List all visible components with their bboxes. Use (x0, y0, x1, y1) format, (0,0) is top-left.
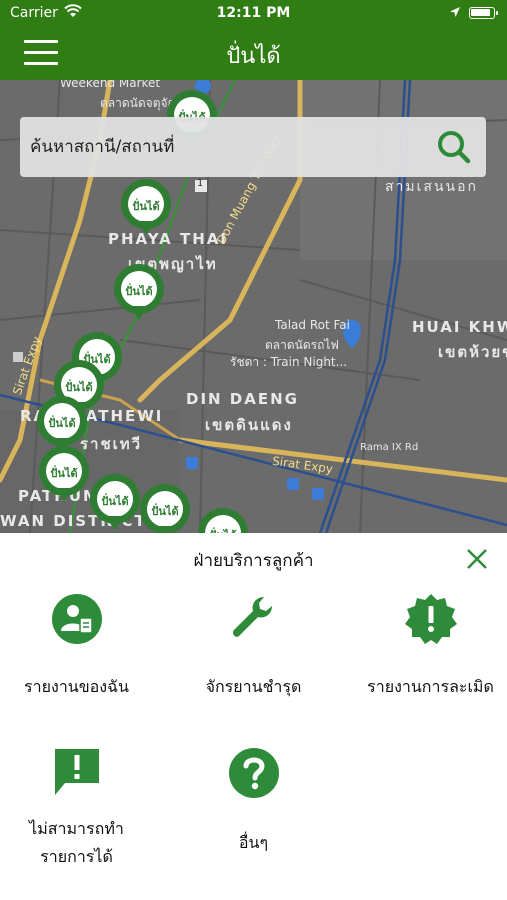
option-label: รายงานการละเมิด (367, 677, 494, 696)
station-pin[interactable]: ปั่นได้ (90, 474, 140, 533)
nav-bar: ปั่นได้ (0, 28, 507, 80)
search-icon[interactable] (436, 129, 472, 165)
alert-badge-icon (404, 594, 457, 644)
user-report-icon (51, 594, 102, 644)
map-label: สามเสนนอก (385, 179, 478, 195)
close-icon[interactable] (465, 547, 489, 571)
map-label: DIN DAENG (186, 390, 299, 408)
map-label: Weekend Market (60, 80, 161, 90)
station-pin[interactable]: ปั่นได้ (114, 264, 164, 324)
road-number: 1 (197, 178, 204, 189)
violation-report-button[interactable]: รายงานการละเมิด (346, 591, 507, 701)
map-label: เขตห้วยข (438, 343, 507, 361)
clock: 12:11 PM (216, 5, 291, 21)
map-label: ราชเทวี (80, 435, 143, 453)
other-button[interactable]: อื่นๆ (169, 745, 338, 857)
map-label: รัชดา : Train Night... (230, 355, 348, 369)
option-label: จักรยานชำรุด (205, 677, 302, 696)
search-bar (20, 117, 486, 177)
location-arrow-icon (450, 7, 460, 17)
option-label: อื่นๆ (238, 833, 269, 852)
search-input[interactable] (30, 131, 420, 163)
option-label-line1: ไม่สามารถทำ (29, 819, 124, 838)
map-label: HUAI KHW (412, 318, 507, 336)
cannot-transact-button[interactable]: ไม่สามารถทำ รายการได้ (0, 745, 161, 871)
alert-message-icon (54, 749, 99, 795)
station-pin[interactable]: ปั่นได้ (39, 446, 89, 506)
station-pin[interactable]: ปั่นได้ (140, 484, 190, 533)
map-label: เขตดินแดง (205, 416, 293, 434)
road-label: Rama IX Rd (360, 442, 419, 453)
customer-service-sheet: ฝ่ายบริการลูกค้า รายงานของฉัน จักรยานชำร… (0, 533, 507, 900)
battery-icon (469, 7, 498, 19)
map-label: Talad Rot Fai (275, 318, 350, 332)
status-bar: Carrier 12:11 PM (0, 0, 507, 28)
option-label-line2: รายการได้ (40, 847, 113, 866)
sheet-title: ฝ่ายบริการลูกค้า (193, 551, 314, 571)
broken-bike-button[interactable]: จักรยานชำรุด (169, 591, 338, 701)
station-pin[interactable]: ปั่นได้ (198, 508, 248, 533)
wrench-icon (232, 597, 272, 637)
my-report-button[interactable]: รายงานของฉัน (0, 591, 161, 701)
station-pin[interactable]: ปั่นได้ (121, 179, 171, 239)
question-icon (228, 748, 279, 798)
option-label: รายงานของฉัน (24, 677, 129, 696)
app-title: ปั่นได้ (226, 44, 281, 69)
